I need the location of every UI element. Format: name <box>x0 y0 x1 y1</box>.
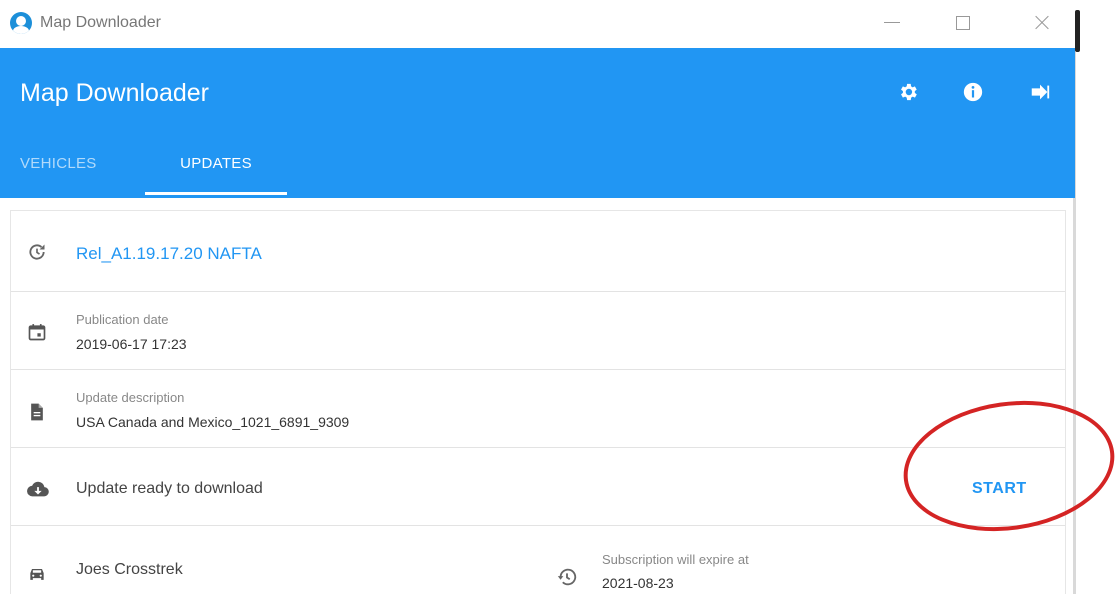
update-details-card: Rel_A1.19.17.20 NAFTA Publication date 2… <box>10 210 1066 594</box>
description-value: USA Canada and Mexico_1021_6891_9309 <box>76 414 350 430</box>
release-name: Rel_A1.19.17.20 NAFTA <box>76 244 262 263</box>
app-bar: Map Downloader VEHICLES UPDATES <box>0 48 1075 198</box>
subscription-label: Subscription will expire at <box>602 552 749 567</box>
publication-row: Publication date 2019-06-17 17:23 <box>11 292 1065 370</box>
description-label: Update description <box>76 390 185 405</box>
document-icon <box>31 403 43 421</box>
tab-bar: VEHICLES UPDATES <box>0 144 600 198</box>
restore-icon <box>557 568 577 586</box>
vehicle-name: Joes Crosstrek <box>76 561 183 578</box>
calendar-icon <box>28 324 46 341</box>
tab-vehicles[interactable]: VEHICLES <box>20 144 130 198</box>
vehicle-row: Joes Crosstrek Subscription will expire … <box>11 526 1065 594</box>
maximize-button[interactable] <box>948 10 978 36</box>
download-status: Update ready to download <box>76 480 263 497</box>
page-title: Map Downloader <box>20 79 209 107</box>
window-titlebar: Map Downloader <box>0 0 1078 48</box>
publication-value: 2019-06-17 17:23 <box>76 336 187 352</box>
window-title: Map Downloader <box>40 14 161 31</box>
car-icon <box>30 569 44 580</box>
app-logo-icon <box>10 12 32 34</box>
close-button[interactable] <box>1027 10 1057 36</box>
window-scrollbar-thumb[interactable] <box>1075 10 1080 52</box>
minimize-button[interactable] <box>877 10 907 36</box>
active-tab-indicator <box>145 192 287 195</box>
publication-label: Publication date <box>76 312 169 327</box>
cloud-download-icon <box>27 481 49 497</box>
description-row: Update description USA Canada and Mexico… <box>11 370 1065 448</box>
history-icon <box>29 244 45 260</box>
tab-updates[interactable]: UPDATES <box>145 144 287 198</box>
logout-icon[interactable] <box>1029 81 1051 103</box>
info-icon[interactable] <box>962 81 984 103</box>
release-row: Rel_A1.19.17.20 NAFTA <box>11 211 1065 292</box>
gear-icon[interactable] <box>897 81 919 103</box>
subscription-date: 2021-08-23 <box>602 575 674 591</box>
